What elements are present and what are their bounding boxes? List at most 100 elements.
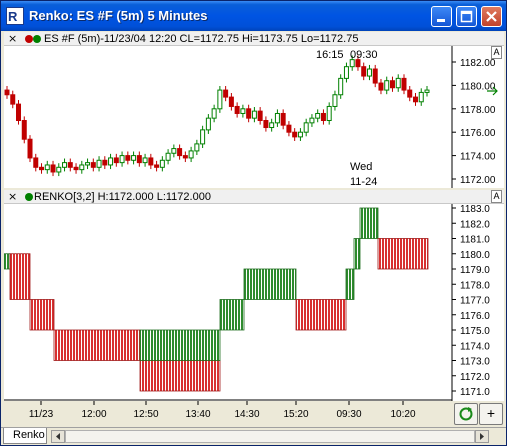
candle-up [194, 143, 200, 152]
candle-up [251, 110, 257, 119]
title-bar[interactable]: R Renko: ES #F (5m) 5 Minutes [1, 1, 506, 31]
refresh-button[interactable] [454, 403, 478, 425]
candle-up [424, 89, 430, 93]
candle-down [136, 155, 142, 164]
scroll-left-icon [56, 433, 60, 440]
candle-down [154, 164, 160, 168]
candle-up [217, 89, 223, 110]
renko-brick-down [53, 329, 141, 361]
renko-pane[interactable]: × RENKO[3,2] H:1172.000 L:1172.000 A 118… [4, 190, 504, 401]
candle-up [131, 155, 137, 161]
close-icon [482, 7, 501, 26]
price-pane[interactable]: × ES #F (5m)-11/23/04 12:20 CL=1172.75 H… [4, 32, 504, 188]
x-tick-label: 11/23 [29, 409, 54, 420]
renko-brick-down [377, 238, 429, 270]
candle-down [21, 120, 27, 140]
candle-up [332, 94, 338, 107]
candle-down [102, 159, 108, 166]
scroll-left-button[interactable] [51, 430, 65, 443]
candle-down [39, 166, 45, 171]
renko-tick-label: 1177.0 [460, 296, 490, 307]
svg-text:R: R [8, 9, 18, 24]
candle-down [113, 157, 119, 164]
candle-down [234, 105, 240, 114]
session-time-label-2: 09:30 [350, 49, 378, 61]
add-pane-button[interactable]: + [479, 403, 503, 425]
renko-brick-up [4, 253, 11, 270]
renko-tick-label: 1183.0 [460, 204, 490, 215]
candle-down [292, 131, 298, 138]
renko-tick-label: 1176.0 [460, 311, 490, 322]
candle-up [269, 122, 275, 129]
renko-tick-label: 1182.0 [460, 219, 490, 230]
renko-tick-label: 1174.0 [460, 341, 490, 352]
renko-tick-label: 1172.0 [460, 372, 490, 383]
maximize-button[interactable] [456, 6, 477, 27]
candle-down [263, 120, 269, 129]
candle-down [361, 66, 367, 77]
renko-chart[interactable]: 1183.0 1182.0 1181.0 1180.0 1179.0 1178.0 1177… [4, 190, 504, 401]
x-tick-label: 13:40 [185, 409, 210, 420]
renko-tick-label: 1180.0 [460, 250, 490, 261]
renko-app-icon[interactable]: R [6, 7, 24, 25]
scroll-right-icon [480, 433, 484, 440]
candle-down [223, 89, 229, 98]
time-axis: 11/23 12:00 12:50 13:40 14:30 15:20 09:30 10:20 [29, 401, 416, 420]
price-tick-label: 1176.00 [460, 128, 496, 139]
candle-up [200, 129, 206, 145]
renko-tick-label: 1175.0 [460, 326, 490, 337]
renko-window: R Renko: ES #F (5m) 5 Minutes × ES #F (5… [0, 0, 507, 446]
candle-down [125, 155, 131, 161]
candle-up [205, 117, 211, 131]
candle-down [257, 110, 263, 121]
x-tick-label: 15:20 [283, 409, 308, 420]
renko-brick-down [9, 253, 31, 300]
candle-up [96, 159, 102, 168]
candle-up [85, 162, 91, 166]
renko-brick-down [29, 299, 55, 331]
x-tick-label: 10:20 [390, 409, 415, 420]
minimize-button[interactable] [431, 6, 452, 27]
sheet-tab-bar: Renko [1, 427, 506, 445]
price-tick-label: 1182.00 [460, 58, 496, 69]
candle-up [315, 112, 321, 119]
scroll-right-button[interactable] [475, 430, 489, 443]
candle-down [148, 157, 154, 166]
candle-down [412, 96, 418, 103]
candle-down [33, 157, 39, 168]
renko-tick-label: 1181.0 [460, 235, 490, 246]
price-tick-label: 1174.00 [460, 152, 496, 163]
refresh-icon [459, 407, 473, 421]
candle-down [378, 82, 384, 91]
close-button[interactable] [481, 6, 502, 27]
price-chart[interactable]: 1182.001180.001178.001176.001174.001172.… [4, 32, 504, 188]
candle-up [384, 80, 390, 91]
price-tick-label: 1178.00 [460, 105, 496, 116]
candle-up [303, 122, 309, 133]
candle-up [309, 117, 315, 124]
session-date-label: 11-24 [350, 176, 377, 188]
candle-down [286, 124, 292, 133]
candle-down [228, 96, 234, 107]
candle-up [62, 162, 68, 168]
horizontal-scrollbar[interactable] [65, 430, 475, 443]
minimize-icon [432, 7, 451, 26]
window-title: Renko: ES #F (5m) 5 Minutes [29, 8, 208, 23]
candle-up [326, 105, 332, 121]
candle-up [338, 77, 344, 96]
maximize-icon [457, 7, 476, 26]
candle-down [246, 108, 252, 119]
renko-brick-down [295, 299, 347, 331]
candle-down [16, 103, 22, 122]
candle-up [274, 112, 280, 124]
time-axis-bar: 11/23 12:00 12:50 13:40 14:30 15:20 09:30 10:20… [1, 401, 506, 427]
renko-brick-up [139, 329, 221, 361]
candle-up [79, 164, 85, 171]
candle-up [395, 77, 401, 89]
candle-up [211, 108, 217, 119]
candle-up [366, 68, 372, 77]
tab-renko[interactable]: Renko [3, 428, 47, 444]
candle-down [280, 112, 286, 126]
candle-up [44, 164, 50, 171]
candle-up [240, 108, 246, 114]
